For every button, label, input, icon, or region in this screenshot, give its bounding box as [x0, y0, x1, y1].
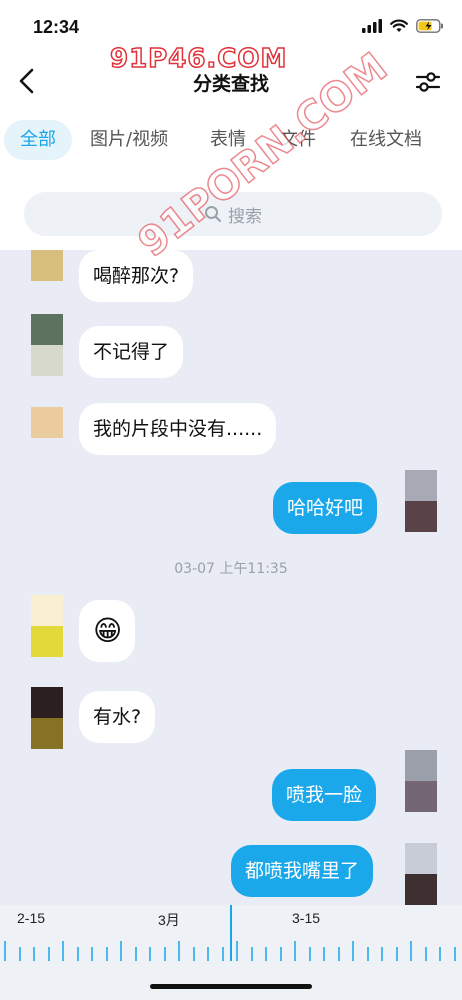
timeline-tick	[178, 941, 180, 961]
timeline-tick	[91, 947, 93, 961]
timeline-tick	[164, 947, 166, 961]
message-timestamp: 03-07 上午11:35	[174, 561, 288, 577]
home-indicator[interactable]	[150, 984, 312, 989]
timeline-tick	[309, 947, 311, 961]
emoji-bubble[interactable]: 😁	[79, 600, 135, 662]
timeline-tick	[135, 947, 137, 961]
timeline-tick	[207, 947, 209, 961]
timeline-tick	[323, 947, 325, 961]
timeline-tick	[454, 947, 456, 961]
tab-images-videos[interactable]: 图片/视频	[74, 120, 184, 160]
timeline-tick	[265, 947, 267, 961]
timeline-tick	[294, 941, 296, 961]
avatar[interactable]	[31, 250, 63, 282]
avatar[interactable]	[31, 687, 63, 749]
timeline-tick	[120, 941, 122, 961]
avatar[interactable]	[31, 314, 63, 376]
tab-online-docs[interactable]: 在线文档	[334, 120, 438, 160]
timeline-tick	[33, 947, 35, 961]
message-bubble[interactable]: 喝醉那次?	[79, 250, 194, 302]
avatar[interactable]	[405, 750, 437, 812]
status-icons	[362, 19, 444, 33]
avatar[interactable]	[405, 470, 437, 532]
timeline-tick	[4, 941, 6, 961]
timeline-tick	[77, 947, 79, 961]
timeline-tick	[367, 947, 369, 961]
chat-history[interactable]: 喝醉那次? 不记得了 我的片段中没有...... 哈哈好吧 03-07 上午11…	[0, 250, 462, 905]
message-bubble[interactable]: 哈哈好吧	[273, 482, 378, 534]
signal-icon	[362, 19, 382, 33]
message-bubble[interactable]: 有水?	[79, 691, 156, 743]
timeline-tick	[251, 947, 253, 961]
wifi-icon	[390, 19, 408, 32]
message-bubble[interactable]: 不记得了	[79, 326, 184, 378]
timeline-tick	[338, 947, 340, 961]
timeline-tick	[62, 941, 64, 961]
timeline-tick	[19, 947, 21, 961]
timeline-tick	[236, 941, 238, 961]
timeline-tick	[425, 947, 427, 961]
timeline-tick	[439, 947, 441, 961]
timeline-label: 2-15	[17, 910, 46, 926]
timeline-tick	[352, 941, 354, 961]
avatar[interactable]	[31, 595, 63, 657]
message-bubble[interactable]: 喷我一脸	[272, 769, 377, 821]
filter-settings-icon[interactable]	[414, 68, 442, 96]
timeline-cursor[interactable]	[230, 905, 232, 961]
avatar[interactable]	[405, 843, 437, 905]
timeline-tick	[280, 947, 282, 961]
avatar[interactable]	[31, 407, 63, 439]
timeline-tick	[48, 947, 50, 961]
timeline-tick	[222, 947, 224, 961]
timeline-tick	[149, 947, 151, 961]
tab-all[interactable]: 全部	[4, 120, 72, 160]
timeline-tick	[106, 947, 108, 961]
status-time: 12:34	[33, 17, 80, 37]
timeline-tick	[381, 947, 383, 961]
message-bubble[interactable]: 我的片段中没有......	[79, 403, 277, 455]
timeline-tick	[396, 947, 398, 961]
timeline-label: 3-15	[292, 910, 321, 926]
timeline-tick	[193, 947, 195, 961]
battery-icon	[416, 19, 443, 33]
timeline-label: 3月	[158, 912, 180, 928]
timeline-tick	[410, 941, 412, 961]
message-bubble[interactable]: 都喷我嘴里了	[231, 845, 374, 897]
